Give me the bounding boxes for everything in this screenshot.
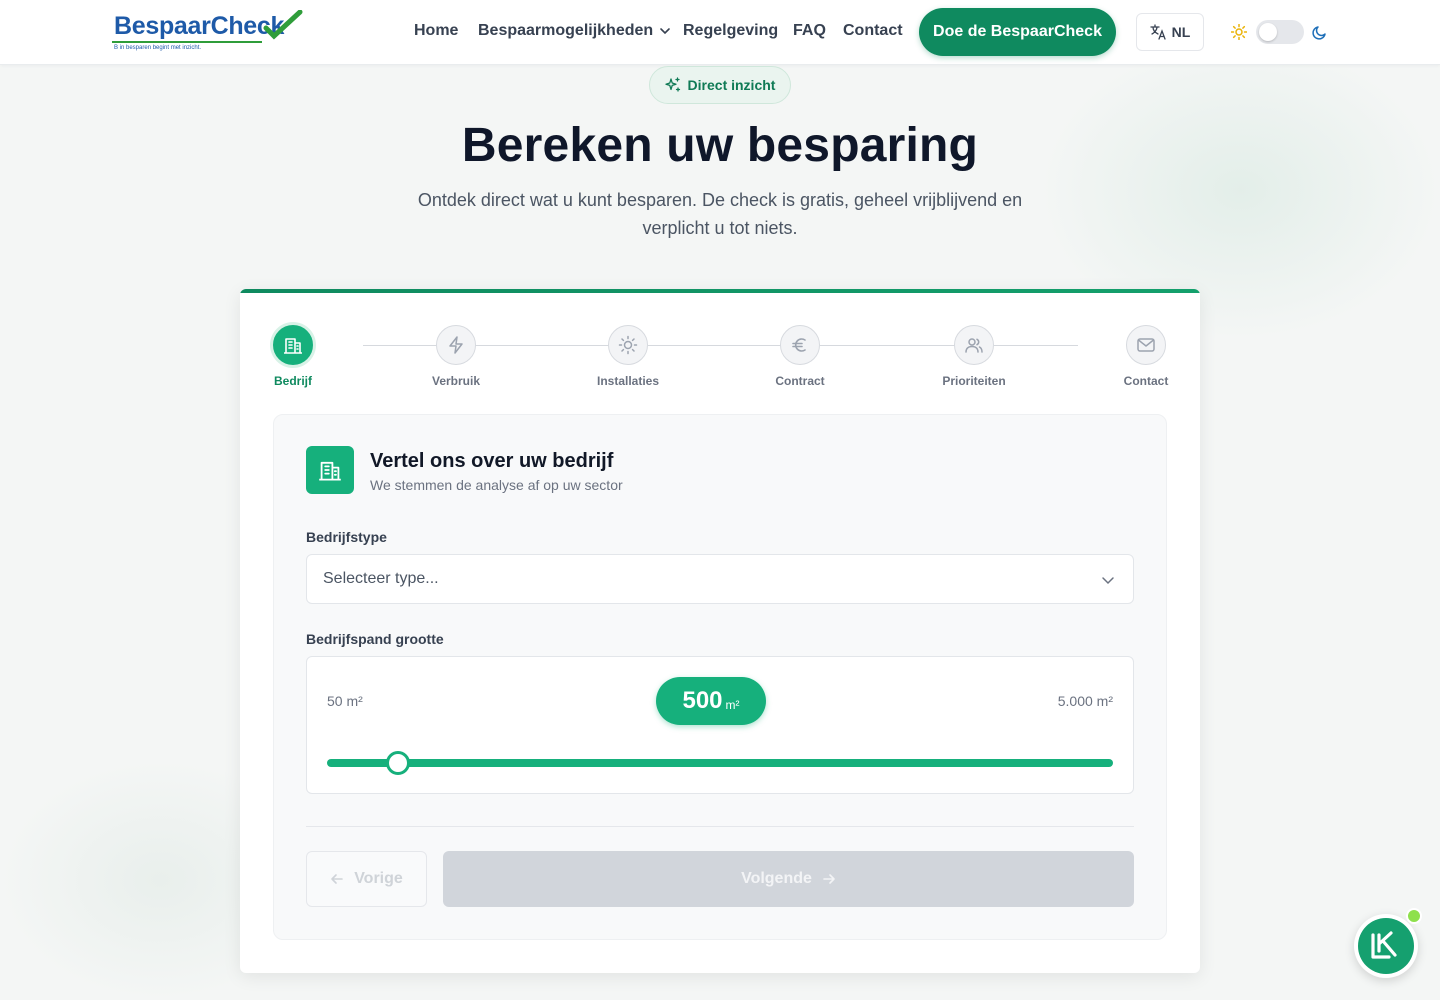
- sun-icon: [618, 335, 638, 355]
- arrow-left-icon: [331, 874, 343, 884]
- step-installaties[interactable]: Installaties: [568, 325, 688, 388]
- step-circle: [954, 325, 994, 365]
- size-slider-thumb[interactable]: [386, 751, 411, 775]
- page-title: Bereken uw besparing: [461, 119, 979, 172]
- step-bedrijf[interactable]: Bedrijf: [240, 325, 353, 388]
- step-label: Verbruik: [431, 374, 481, 388]
- bespaarcheck-cta-button[interactable]: Doe de BespaarCheck: [919, 8, 1116, 56]
- step-label: Installaties: [596, 374, 660, 388]
- section-icon: [306, 446, 354, 494]
- size-range-panel: 50 m² 500 m² 5.000 m²: [306, 656, 1134, 794]
- step-prioriteiten[interactable]: Prioriteiten: [914, 325, 1034, 388]
- company-type-select[interactable]: Selecteer type...: [306, 554, 1134, 604]
- site-header: BespaarCheck B in besparen begint met in…: [0, 0, 1440, 65]
- logo-underline: [112, 41, 262, 43]
- step-label: Prioriteiten: [942, 374, 1006, 388]
- step-circle: [436, 325, 476, 365]
- arrow-right-icon: [823, 874, 835, 884]
- step-circle: [780, 325, 820, 365]
- step-contract[interactable]: Contract: [740, 325, 860, 388]
- next-label: Volgende: [741, 870, 812, 887]
- users-icon: [965, 338, 983, 353]
- building-icon: [319, 461, 341, 481]
- chat-avatar: [1358, 918, 1414, 974]
- section-subtitle: We stemmen de analyse af op uw sector: [370, 477, 623, 493]
- chevron-down-icon: [1102, 577, 1114, 585]
- logo-text: BespaarCheck: [114, 12, 285, 40]
- card-accent-bar: [240, 289, 1200, 293]
- mail-icon: [1137, 338, 1155, 352]
- page-subtitle: Ontdek direct wat u kunt besparen. De ch…: [417, 190, 1023, 238]
- step-verbruik[interactable]: Verbruik: [396, 325, 516, 388]
- form-panel: Vertel ons over uw bedrijf We stemmen de…: [273, 414, 1167, 940]
- euro-icon: [792, 338, 806, 352]
- logo[interactable]: BespaarCheck B in besparen begint met in…: [110, 10, 305, 54]
- toggle-knob: [1259, 23, 1277, 41]
- select-placeholder: Selecteer type...: [323, 570, 439, 587]
- step-label: Contract: [775, 374, 825, 388]
- range-min-label: 50 m²: [327, 693, 363, 709]
- nav-label: Bespaarmogelijkheden: [478, 22, 654, 39]
- nav-faq[interactable]: FAQ: [793, 22, 826, 40]
- next-button[interactable]: Volgende: [443, 851, 1134, 907]
- range-value: 500: [682, 687, 723, 714]
- company-type-label: Bedrijfstype: [306, 529, 387, 545]
- chevron-down-icon: [660, 27, 670, 34]
- building-icon: [284, 338, 302, 354]
- moon-icon: [1312, 26, 1326, 40]
- online-status-dot: [1406, 908, 1422, 924]
- nav-home[interactable]: Home: [414, 22, 458, 40]
- nav-bespaarmogelijkheden[interactable]: Bespaarmogelijkheden: [478, 22, 671, 40]
- range-max-label: 5.000 m²: [1057, 693, 1113, 709]
- language-code: NL: [1171, 24, 1191, 40]
- step-label: Bedrijf: [273, 374, 312, 388]
- badge-label: Direct inzicht: [687, 77, 776, 93]
- section-title: Vertel ons over uw bedrijf: [370, 450, 614, 472]
- nav-regelgeving[interactable]: Regelgeving: [683, 22, 778, 40]
- range-value-badge: 500 m²: [656, 677, 766, 725]
- calculator-card: Bedrijf Verbruik Installaties Contract P…: [240, 289, 1200, 973]
- checkmark-icon: [263, 10, 303, 40]
- brand-k-icon: [1371, 931, 1397, 959]
- nav-contact[interactable]: Contact: [843, 22, 903, 40]
- divider: [306, 826, 1134, 827]
- language-switcher[interactable]: NL: [1136, 13, 1204, 51]
- step-contact[interactable]: Contact: [1086, 325, 1200, 388]
- sun-icon: [1231, 24, 1247, 40]
- range-unit: m²: [725, 698, 740, 712]
- step-circle: [608, 325, 648, 365]
- logo-tagline: B in besparen begint met inzicht.: [114, 45, 202, 51]
- chat-widget-button[interactable]: [1354, 914, 1418, 978]
- step-circle: [1126, 325, 1166, 365]
- size-slider-track[interactable]: [327, 751, 1113, 775]
- previous-button[interactable]: Vorige: [306, 851, 427, 907]
- step-label: Contact: [1123, 374, 1169, 388]
- size-label: Bedrijfspand grootte: [306, 631, 444, 647]
- lightning-icon: [449, 336, 463, 354]
- theme-toggle[interactable]: [1256, 20, 1304, 44]
- step-circle: [273, 325, 313, 365]
- sparkles-icon: [664, 77, 680, 92]
- translate-icon: [1150, 24, 1166, 40]
- direct-inzicht-badge: Direct inzicht: [649, 66, 791, 104]
- previous-label: Vorige: [354, 870, 403, 887]
